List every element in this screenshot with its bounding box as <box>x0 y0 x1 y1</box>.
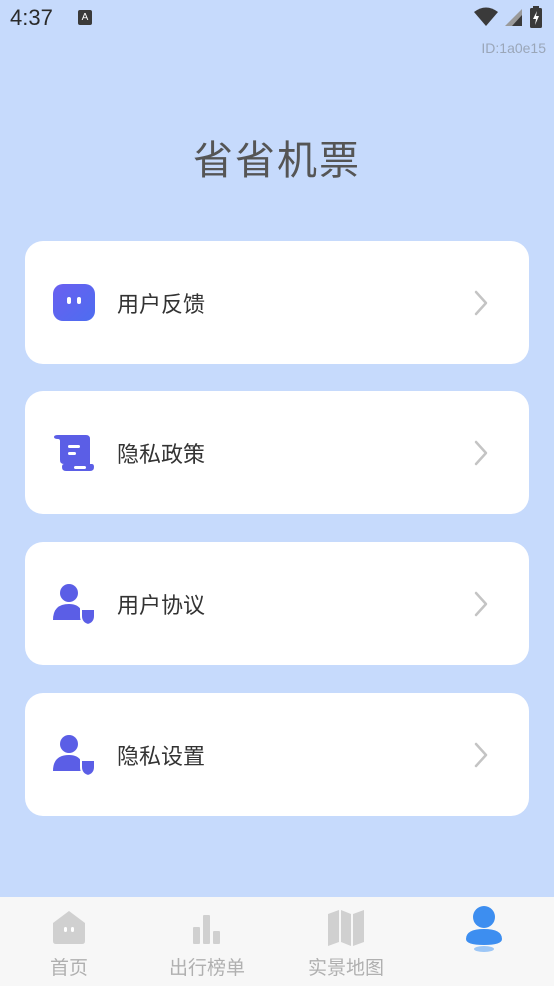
signal-icon <box>505 9 522 26</box>
wifi-icon <box>474 7 498 26</box>
menu-item-feedback[interactable]: 用户反馈 <box>25 241 529 364</box>
chevron-right-icon <box>474 290 488 315</box>
bar-chart-icon <box>193 915 220 944</box>
chevron-right-icon <box>474 440 488 465</box>
user-shield-icon <box>53 583 96 626</box>
tab-live-map[interactable]: 实景地图 <box>277 897 415 986</box>
chat-bot-icon <box>53 283 95 321</box>
menu-item-label: 隐私设置 <box>117 744 206 770</box>
tab-profile[interactable] <box>415 897 553 986</box>
map-icon <box>328 910 364 946</box>
menu-item-privacy-policy[interactable]: 隐私政策 <box>25 391 529 514</box>
user-shield-icon <box>53 734 96 777</box>
chevron-right-icon <box>474 742 488 767</box>
profile-icon <box>466 906 502 952</box>
home-icon <box>53 911 85 944</box>
bottom-tab-bar: 首页 出行榜单 实景地图 <box>0 897 554 986</box>
device-id-text: ID:1a0e15 <box>481 40 546 56</box>
menu-item-label: 用户协议 <box>117 593 206 619</box>
tab-label: 首页 <box>49 957 88 979</box>
tab-travel-ranking[interactable]: 出行榜单 <box>138 897 276 986</box>
status-icons <box>474 6 542 28</box>
battery-icon <box>530 6 542 28</box>
tab-label: 出行榜单 <box>168 957 245 979</box>
scroll-document-icon <box>54 434 94 471</box>
menu-item-privacy-settings[interactable]: 隐私设置 <box>25 693 529 816</box>
menu-item-label: 隐私政策 <box>117 442 206 468</box>
status-bar: 4:37 A <box>0 0 554 38</box>
status-time: 4:37 <box>10 5 53 30</box>
tab-label: 实景地图 <box>307 957 384 979</box>
chevron-right-icon <box>474 591 488 616</box>
page-title: 省省机票 <box>193 138 361 184</box>
tab-home[interactable]: 首页 <box>0 897 138 986</box>
notification-badge-icon: A <box>78 10 92 25</box>
menu-item-user-agreement[interactable]: 用户协议 <box>25 542 529 665</box>
menu-item-label: 用户反馈 <box>117 292 206 318</box>
